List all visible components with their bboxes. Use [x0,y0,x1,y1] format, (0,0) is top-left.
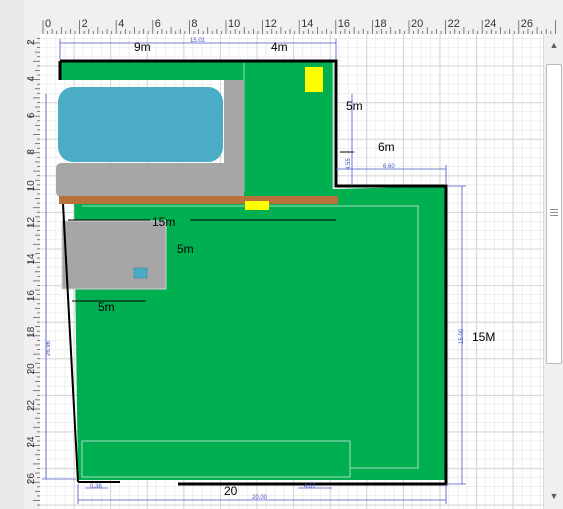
dimension-label-bottom-total: 20.00 [252,495,268,501]
ruler-label: 12 [265,18,277,30]
ruler-label: 20 [411,18,423,30]
ruler-gutter [0,0,24,509]
dimension-label-bottom-right: 4.67 [304,484,316,490]
lawn-strip-top[interactable] [60,61,244,80]
ruler-label: 6 [26,112,37,118]
ruler-label: 26 [521,18,533,30]
ruler-label: 18 [374,18,386,30]
label-mid-width[interactable]: 15m [152,215,175,229]
label-block-height[interactable]: 5m [177,242,194,256]
label-top-left[interactable]: 9m [134,40,151,54]
ruler-label: 14 [301,18,313,30]
marker-upper[interactable] [305,67,323,92]
ruler-label: 20 [26,363,37,375]
marker-fence[interactable] [245,201,269,210]
scroll-up-button[interactable]: ▲ [544,36,563,54]
ruler-label: 18 [26,326,37,338]
dimension-label-left: 26.96 [46,340,52,356]
ruler-label: 4 [118,18,124,30]
site-plan-drawing [42,39,466,504]
label-top-right[interactable]: 4m [271,40,288,54]
ruler-label: 26 [26,473,37,485]
ruler-label: 2 [26,39,37,45]
shed-window[interactable] [133,267,148,279]
ruler-label: 16 [338,18,350,30]
label-right-upper[interactable]: 5m [346,99,363,113]
paving-strip[interactable] [56,163,244,197]
triangle-up-icon: ▲ [549,40,559,50]
vertical-scrollbar[interactable]: ▲ ▼ [543,34,563,509]
ruler-label: 10 [26,180,37,192]
ruler-label: 4 [26,76,37,82]
label-right-side[interactable]: 15M [472,330,495,344]
dimension-label-upper-height: 4.55 [346,158,352,170]
vertical-ruler-marks: 2468101214161820222426 [26,38,40,506]
shed-block[interactable] [61,220,167,290]
ruler-label: 12 [26,216,37,228]
ruler-label: 0 [45,18,51,30]
ruler-label: 8 [191,18,197,30]
ruler-label: 24 [26,436,37,448]
dimension-label-bottom-left: 0.36 [90,484,102,490]
dimension-label-right: 15.00 [459,328,465,344]
label-step[interactable]: 6m [378,140,395,154]
ruler-label: 2 [82,18,88,30]
ruler-label: 24 [484,18,496,30]
ruler-label: 10 [228,18,240,30]
vertical-ruler: 2 4 6 8 10 12 14 16 18 20 22 24 26 [24,34,41,509]
ruler-label: 6 [155,18,161,30]
horizontal-ruler-marks: 0 2 4 6 8 10 12 14 16 18 20 22 24 26 [42,18,556,34]
fence-bar[interactable] [59,196,338,204]
grip-icon [550,209,558,218]
scroll-down-button[interactable]: ▼ [544,487,563,505]
ruler-label: 22 [26,399,37,411]
horizontal-ruler: 0 2 4 6 8 10 12 14 16 18 20 22 24 26 [24,0,563,35]
ruler-label: 14 [26,253,37,265]
label-bottom[interactable]: 20 [224,484,237,498]
scroll-thumb[interactable] [546,64,562,364]
ruler-label: 16 [26,290,37,302]
dimension-label-step: 6.60 [383,164,395,170]
ruler-label: 8 [26,149,37,155]
drawing-canvas[interactable]: 15.01 6.60 4.55 15.00 26.96 0.36 4.67 20… [40,34,543,509]
label-block-width[interactable]: 5m [98,300,115,314]
triangle-down-icon: ▼ [549,491,559,501]
dimension-label-top: 15.01 [190,38,206,44]
ruler-label: 22 [448,18,460,30]
swimming-pool[interactable] [58,87,223,162]
